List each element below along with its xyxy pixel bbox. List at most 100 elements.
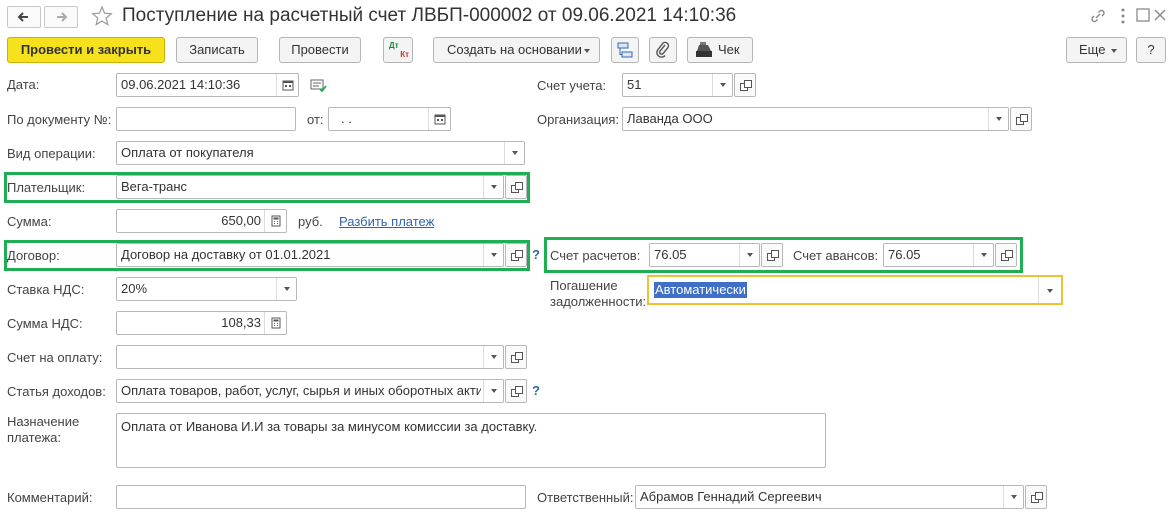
purpose-label-line2: платежа: bbox=[7, 430, 61, 445]
contract-open-button[interactable] bbox=[505, 243, 527, 267]
doc-date-calendar-button[interactable] bbox=[428, 108, 450, 130]
dt-kt-button[interactable]: Дт Кт bbox=[383, 37, 413, 63]
income-item-value: Оплата товаров, работ, услуг, сырья и ин… bbox=[121, 383, 481, 398]
dt-kt-icon: Дт Кт bbox=[389, 41, 409, 59]
invoice-select[interactable] bbox=[116, 345, 504, 369]
organization-dropdown-button[interactable] bbox=[988, 108, 1008, 130]
date-input[interactable]: 09.06.2021 14:10:36 bbox=[116, 73, 299, 97]
split-payment-link[interactable]: Разбить платеж bbox=[339, 214, 434, 229]
purpose-label: Назначение платежа: bbox=[7, 414, 79, 446]
responsible-select[interactable]: Абрамов Геннадий Сергеевич bbox=[635, 485, 1024, 509]
income-item-dropdown-button[interactable] bbox=[483, 380, 503, 402]
settlement-account-dropdown-button[interactable] bbox=[739, 244, 759, 266]
calendar-button[interactable] bbox=[276, 74, 298, 96]
income-item-select[interactable]: Оплата товаров, работ, услуг, сырья и ин… bbox=[116, 379, 504, 403]
amount-calculator-button[interactable] bbox=[264, 210, 286, 232]
advance-account-dropdown-button[interactable] bbox=[973, 244, 993, 266]
receipt-button[interactable]: Чек bbox=[687, 37, 753, 63]
responsible-open-button[interactable] bbox=[1025, 485, 1047, 509]
payer-label: Плательщик: bbox=[7, 180, 86, 195]
settlement-account-select[interactable]: 76.05 bbox=[649, 243, 760, 267]
vat-amount-label: Сумма НДС: bbox=[7, 316, 83, 331]
date-value: 09.06.2021 14:10:36 bbox=[121, 77, 241, 92]
doc-number-input[interactable] bbox=[116, 107, 296, 131]
comment-label: Комментарий: bbox=[7, 490, 93, 505]
operation-type-value: Оплата от покупателя bbox=[121, 145, 254, 160]
close-icon[interactable] bbox=[1152, 7, 1168, 23]
calculator-icon bbox=[271, 215, 281, 227]
debt-repayment-select[interactable]: Автоматически bbox=[647, 275, 1063, 305]
vat-rate-value: 20% bbox=[121, 281, 148, 296]
responsible-dropdown-button[interactable] bbox=[1003, 486, 1023, 508]
invoice-dropdown-button[interactable] bbox=[483, 346, 503, 368]
document-check-icon[interactable] bbox=[310, 78, 328, 94]
create-based-on-label: Создать на основании bbox=[447, 42, 582, 57]
doc-number-label: По документу №: bbox=[7, 112, 112, 127]
advance-account-select[interactable]: 76.05 bbox=[883, 243, 994, 267]
operation-type-dropdown-button[interactable] bbox=[504, 142, 524, 164]
vat-amount-input[interactable]: 108,33 bbox=[116, 311, 287, 335]
forward-arrow-icon bbox=[57, 12, 68, 22]
responsible-label: Ответственный: bbox=[537, 490, 634, 505]
paperclip-icon bbox=[656, 41, 670, 58]
account-open-button[interactable] bbox=[734, 73, 756, 97]
contract-help-icon[interactable]: ? bbox=[532, 247, 540, 262]
debt-repayment-dropdown-button[interactable] bbox=[1038, 277, 1061, 303]
vat-rate-select[interactable]: 20% bbox=[116, 277, 297, 301]
comment-input[interactable] bbox=[116, 485, 526, 509]
amount-value: 650,00 bbox=[221, 213, 261, 228]
post-and-close-button[interactable]: Провести и закрыть bbox=[7, 37, 165, 63]
organization-select[interactable]: Лаванда ООО bbox=[622, 107, 1009, 131]
kebab-menu-icon[interactable] bbox=[1117, 6, 1129, 26]
doc-date-input[interactable]: . . bbox=[328, 107, 451, 131]
dt-label: Дт bbox=[389, 41, 399, 50]
star-icon[interactable] bbox=[91, 5, 113, 27]
vat-amount-value: 108,33 bbox=[221, 315, 261, 330]
payer-value: Вега-транс bbox=[121, 179, 188, 194]
currency-label: руб. bbox=[298, 214, 323, 229]
attach-button[interactable] bbox=[649, 37, 677, 63]
cash-register-icon bbox=[696, 42, 712, 57]
back-arrow-icon bbox=[17, 12, 28, 22]
vat-amount-calculator-button[interactable] bbox=[264, 312, 286, 334]
help-button[interactable]: ? bbox=[1136, 37, 1166, 63]
settlement-account-open-button[interactable] bbox=[761, 243, 783, 267]
contract-dropdown-button[interactable] bbox=[483, 244, 503, 266]
nav-forward-button[interactable] bbox=[44, 6, 78, 28]
advance-account-label: Счет авансов: bbox=[793, 248, 879, 263]
organization-open-button[interactable] bbox=[1010, 107, 1032, 131]
save-button[interactable]: Записать bbox=[176, 37, 258, 63]
payer-select[interactable]: Вега-транс bbox=[116, 175, 504, 199]
create-based-on-button[interactable]: Создать на основании bbox=[433, 37, 600, 63]
link-icon[interactable] bbox=[1089, 7, 1107, 25]
debt-repayment-label-line2: задолженности: bbox=[550, 294, 647, 309]
advance-account-open-button[interactable] bbox=[995, 243, 1017, 267]
vat-rate-dropdown-button[interactable] bbox=[276, 278, 296, 300]
responsible-value: Абрамов Геннадий Сергеевич bbox=[640, 489, 822, 504]
income-item-help-icon[interactable]: ? bbox=[532, 383, 540, 398]
operation-type-select[interactable]: Оплата от покупателя bbox=[116, 141, 525, 165]
purpose-value: Оплата от Иванова И.И за товары за минус… bbox=[121, 419, 538, 434]
date-label: Дата: bbox=[7, 77, 40, 92]
account-select[interactable]: 51 bbox=[622, 73, 733, 97]
payer-dropdown-button[interactable] bbox=[483, 176, 503, 198]
amount-label: Сумма: bbox=[7, 214, 52, 229]
hierarchy-icon bbox=[617, 42, 633, 58]
purpose-label-line1: Назначение bbox=[7, 414, 80, 429]
post-button[interactable]: Провести bbox=[279, 37, 361, 63]
income-item-open-button[interactable] bbox=[505, 379, 527, 403]
maximize-icon[interactable] bbox=[1135, 7, 1151, 23]
organization-value: Лаванда ООО bbox=[627, 111, 713, 126]
kt-label: Кт bbox=[400, 50, 409, 59]
purpose-textarea[interactable]: Оплата от Иванова И.И за товары за минус… bbox=[116, 413, 826, 468]
contract-select[interactable]: Договор на доставку от 01.01.2021 bbox=[116, 243, 504, 267]
structure-button[interactable] bbox=[611, 37, 639, 63]
nav-back-button[interactable] bbox=[7, 6, 41, 28]
calendar-icon bbox=[434, 114, 446, 125]
amount-input[interactable]: 650,00 bbox=[116, 209, 287, 233]
account-dropdown-button[interactable] bbox=[712, 74, 732, 96]
doc-date-label: от: bbox=[307, 112, 324, 127]
payer-open-button[interactable] bbox=[505, 175, 527, 199]
invoice-open-button[interactable] bbox=[505, 345, 527, 369]
more-button[interactable]: Еще bbox=[1066, 37, 1127, 63]
